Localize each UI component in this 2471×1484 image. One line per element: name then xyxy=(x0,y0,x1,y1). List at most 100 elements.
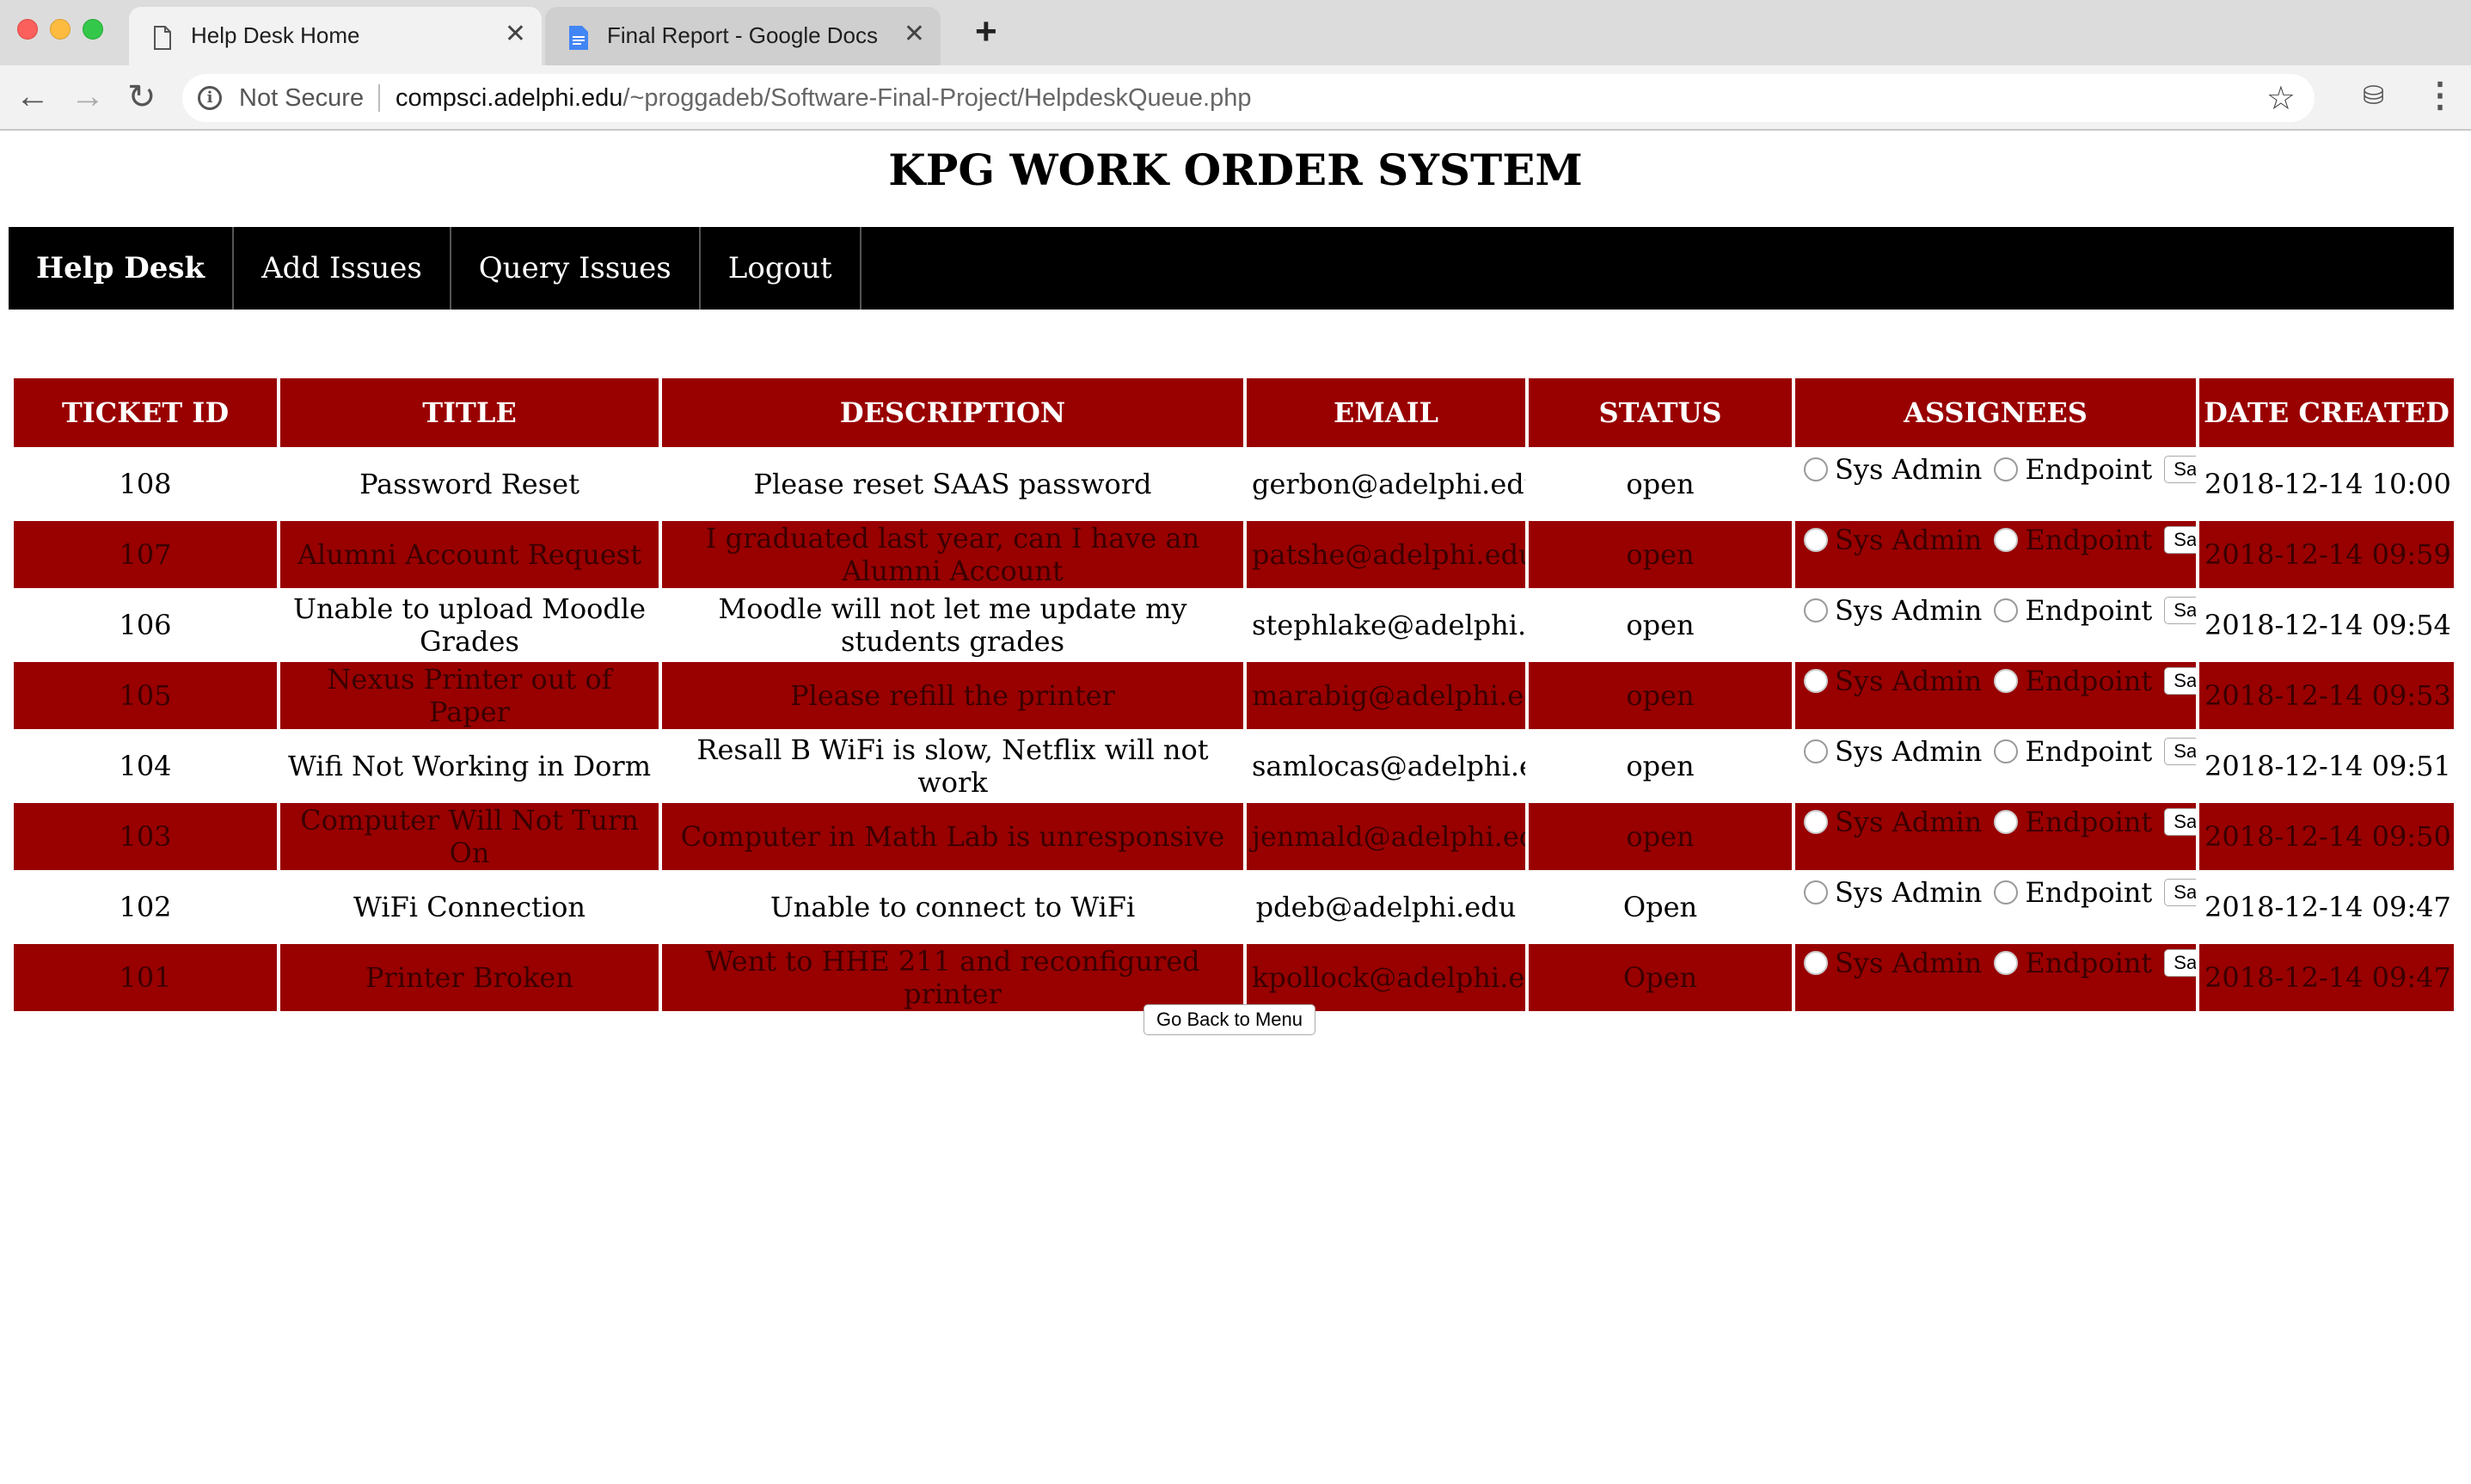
page-title: KPG WORK ORDER SYSTEM xyxy=(888,144,1583,195)
nav-add-issues[interactable]: Add Issues xyxy=(234,227,451,310)
ticket-date-cell: 2018-12-14 09:53:11 xyxy=(2199,662,2454,729)
save-button[interactable]: Save xyxy=(2164,737,2196,765)
browser-tab-final-report[interactable]: Final Report - Google Docs ✕ xyxy=(545,7,941,65)
sys-admin-radio[interactable] xyxy=(1804,668,1828,693)
sys-admin-radio[interactable] xyxy=(1804,457,1828,481)
header-description: DESCRIPTION xyxy=(662,378,1243,447)
ticket-email-cell: gerbon@adelphi.edu xyxy=(1247,451,1525,518)
ticket-date-cell: 2018-12-14 09:54:23 xyxy=(2199,592,2454,659)
sys-admin-label: Sys Admin xyxy=(1835,593,1983,627)
ticket-date-cell: 2018-12-14 09:47:43 xyxy=(2199,874,2454,941)
endpoint-radio[interactable] xyxy=(1994,598,2019,622)
endpoint-label: Endpoint xyxy=(2025,875,2153,909)
ticket-description-cell: Moodle will not let me update my student… xyxy=(662,592,1243,659)
close-window-button[interactable] xyxy=(17,19,38,40)
ticket-date-cell: 2018-12-14 09:51:04 xyxy=(2199,733,2454,800)
ticket-queue-table: TICKET ID TITLE DESCRIPTION EMAIL STATUS… xyxy=(10,375,2457,1015)
browser-tab-bar: Help Desk Home ✕ Final Report - Google D… xyxy=(0,0,2471,65)
ticket-status-cell: open xyxy=(1529,733,1792,800)
sys-admin-radio[interactable] xyxy=(1804,950,1828,975)
nav-help-desk[interactable]: Help Desk xyxy=(9,227,235,310)
incognito-icon[interactable]: ⛁ xyxy=(2363,81,2384,111)
nav-query-issues[interactable]: Query Issues xyxy=(451,227,701,310)
endpoint-radio[interactable] xyxy=(1994,739,2019,763)
url-text[interactable]: compsci.adelphi.edu/~proggadeb/Software-… xyxy=(395,84,1251,113)
ticket-rows: 108 Password Reset Please reset SAAS passw… xyxy=(14,451,2454,1011)
table-header-row: TICKET ID TITLE DESCRIPTION EMAIL STATUS… xyxy=(14,378,2454,447)
more-menu-icon[interactable]: ⋮ xyxy=(2423,76,2457,115)
address-bar[interactable]: i Not Secure compsci.adelphi.edu/~progga… xyxy=(182,74,2315,122)
document-icon xyxy=(154,26,171,50)
assignee-cell: Sys Admin Endpoint Save xyxy=(1795,662,2196,729)
browser-tab-help-desk[interactable]: Help Desk Home ✕ xyxy=(129,7,542,65)
close-tab-icon[interactable]: ✕ xyxy=(505,19,526,49)
bookmark-star-icon[interactable]: ☆ xyxy=(2266,79,2296,118)
address-separator xyxy=(378,84,380,112)
sys-admin-radio[interactable] xyxy=(1804,598,1828,622)
endpoint-label: Endpoint xyxy=(2025,593,2153,627)
close-tab-icon[interactable]: ✕ xyxy=(904,19,925,49)
forward-arrow-icon[interactable]: → xyxy=(71,77,105,116)
save-button[interactable]: Save xyxy=(2164,455,2196,483)
url-path: /~proggadeb/Software-Final-Project/Helpd… xyxy=(622,84,1252,112)
assignee-cell: Sys Admin Endpoint Save xyxy=(1795,451,2196,518)
endpoint-radio[interactable] xyxy=(1994,527,2019,552)
nav-logout[interactable]: Logout xyxy=(701,227,861,310)
ticket-id-cell: 105 xyxy=(14,662,277,729)
save-button[interactable]: Save xyxy=(2164,596,2196,624)
endpoint-radio[interactable] xyxy=(1994,668,2019,693)
ticket-id-cell: 101 xyxy=(14,944,277,1011)
assignee-cell: Sys Admin Endpoint Save xyxy=(1795,521,2196,588)
new-tab-icon[interactable]: + xyxy=(975,10,997,53)
go-back-button[interactable]: Go Back to Menu xyxy=(1144,1004,1315,1035)
header-email: EMAIL xyxy=(1247,378,1525,447)
assignee-cell: Sys Admin Endpoint Save xyxy=(1795,803,2196,870)
endpoint-radio[interactable] xyxy=(1994,457,2019,481)
ticket-id-cell: 107 xyxy=(14,521,277,588)
ticket-email-cell: pdeb@adelphi.edu xyxy=(1247,874,1525,941)
info-icon[interactable]: i xyxy=(198,86,222,110)
sys-admin-label: Sys Admin xyxy=(1835,946,1983,979)
sys-admin-radio[interactable] xyxy=(1804,880,1828,905)
sys-admin-radio[interactable] xyxy=(1804,809,1828,834)
sys-admin-radio[interactable] xyxy=(1804,527,1828,552)
ticket-date-cell: 2018-12-14 09:50:04 xyxy=(2199,803,2454,870)
back-arrow-icon[interactable]: ← xyxy=(15,77,50,116)
endpoint-radio[interactable] xyxy=(1994,880,2019,905)
header-ticket-id: TICKET ID xyxy=(14,378,277,447)
endpoint-radio[interactable] xyxy=(1994,809,2019,834)
save-button[interactable]: Save xyxy=(2164,525,2196,554)
table-row: 105 Nexus Printer out of Paper Please refi… xyxy=(14,662,2454,729)
save-button[interactable]: Save xyxy=(2164,948,2196,977)
security-label[interactable]: Not Secure xyxy=(239,84,364,113)
ticket-description-cell: Went to HHE 211 and reconfigured printer xyxy=(662,944,1243,1011)
save-button[interactable]: Save xyxy=(2164,666,2196,695)
reload-icon[interactable]: ↻ xyxy=(127,77,156,117)
save-button[interactable]: Save xyxy=(2164,807,2196,836)
endpoint-radio[interactable] xyxy=(1994,950,2019,975)
ticket-date-cell: 2018-12-14 10:00:59 xyxy=(2199,451,2454,518)
sys-admin-radio[interactable] xyxy=(1804,739,1828,763)
ticket-status-cell: Open xyxy=(1529,944,1792,1011)
header-status: STATUS xyxy=(1529,378,1792,447)
ticket-title-cell: Nexus Printer out of Paper xyxy=(280,662,659,729)
assignee-cell: Sys Admin Endpoint Save xyxy=(1795,944,2196,1011)
url-host: compsci.adelphi.edu xyxy=(395,84,623,112)
minimize-window-button[interactable] xyxy=(50,19,71,40)
maximize-window-button[interactable] xyxy=(83,19,103,40)
ticket-email-cell: jenmald@adelphi.edu xyxy=(1247,803,1525,870)
ticket-email-cell: marabig@adelphi.edu xyxy=(1247,662,1525,729)
save-button[interactable]: Save xyxy=(2164,878,2196,906)
header-date-created: DATE CREATED xyxy=(2199,378,2454,447)
assignee-cell: Sys Admin Endpoint Save xyxy=(1795,874,2196,941)
ticket-id-cell: 106 xyxy=(14,592,277,659)
ticket-title-cell: Alumni Account Request xyxy=(280,521,659,588)
browser-toolbar: ← → ↻ i Not Secure compsci.adelphi.edu/~… xyxy=(0,65,2471,131)
table-row: 108 Password Reset Please reset SAAS passw… xyxy=(14,451,2454,518)
tab-title: Help Desk Home xyxy=(191,22,360,48)
ticket-title-cell: Computer Will Not Turn On xyxy=(280,803,659,870)
ticket-description-cell: Please reset SAAS password xyxy=(662,451,1243,518)
ticket-description-cell: Please refill the printer xyxy=(662,662,1243,729)
sys-admin-label: Sys Admin xyxy=(1835,734,1983,768)
ticket-status-cell: Open xyxy=(1529,874,1792,941)
